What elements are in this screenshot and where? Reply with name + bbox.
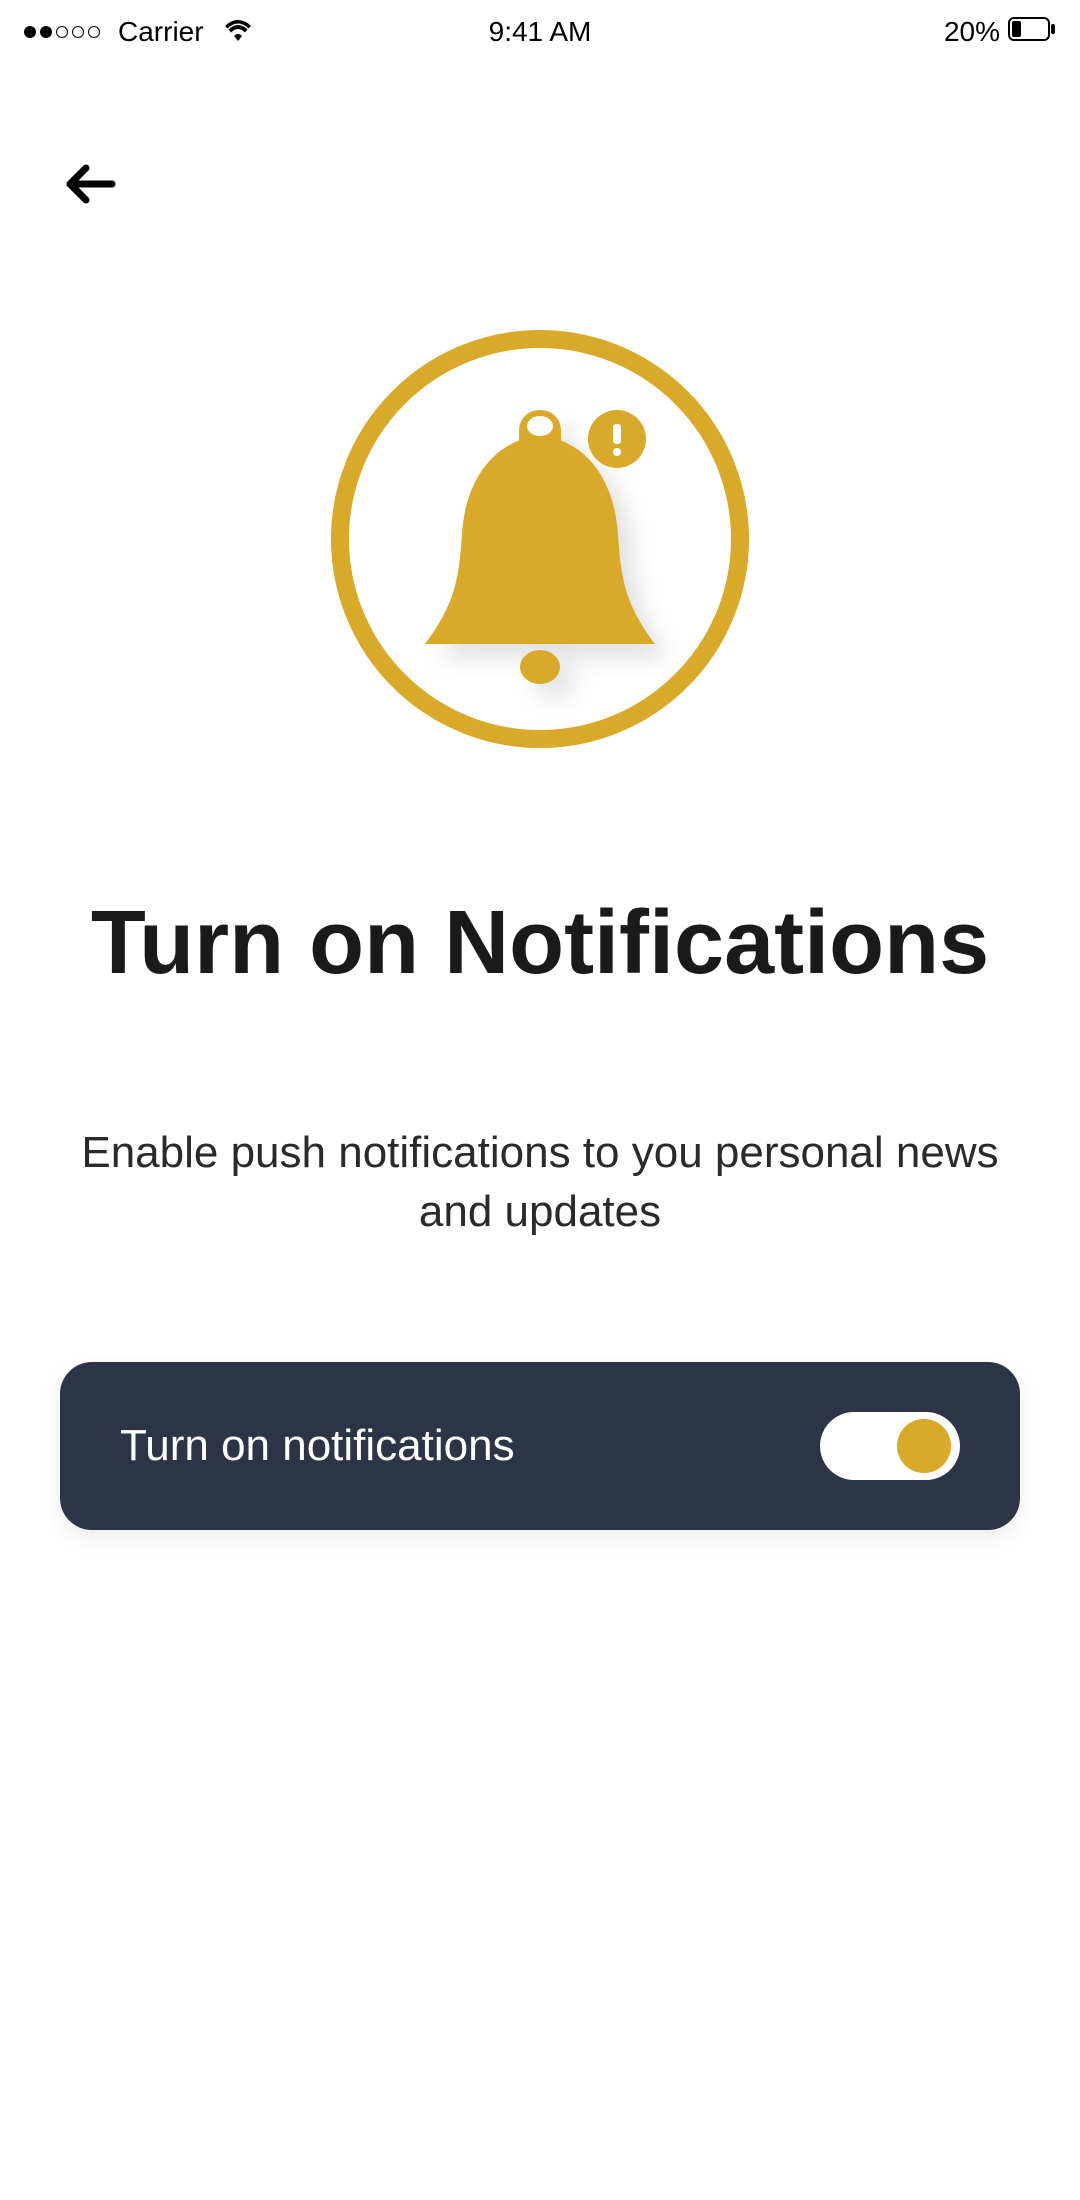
status-bar: Carrier 9:41 AM 20% bbox=[0, 0, 1080, 64]
back-button[interactable] bbox=[60, 154, 120, 214]
status-left: Carrier bbox=[24, 16, 252, 48]
carrier-label: Carrier bbox=[118, 16, 204, 48]
page-title: Turn on Notifications bbox=[91, 894, 989, 993]
notifications-toggle[interactable] bbox=[820, 1412, 960, 1480]
page-subtitle: Enable push notifications to you persona… bbox=[60, 1123, 1020, 1242]
battery-icon bbox=[1008, 16, 1056, 48]
bell-notification-icon bbox=[325, 324, 755, 754]
bell-illustration bbox=[325, 324, 755, 754]
arrow-left-icon bbox=[64, 164, 116, 204]
battery-percent: 20% bbox=[944, 16, 1000, 48]
status-right: 20% bbox=[944, 16, 1056, 48]
wifi-icon bbox=[224, 16, 252, 48]
signal-strength-icon bbox=[24, 26, 100, 38]
status-time: 9:41 AM bbox=[489, 16, 592, 48]
toggle-knob bbox=[897, 1419, 951, 1473]
main-content: Turn on Notifications Enable push notifi… bbox=[0, 214, 1080, 1530]
toggle-label: Turn on notifications bbox=[120, 1421, 515, 1471]
notifications-toggle-card[interactable]: Turn on notifications bbox=[60, 1362, 1020, 1530]
